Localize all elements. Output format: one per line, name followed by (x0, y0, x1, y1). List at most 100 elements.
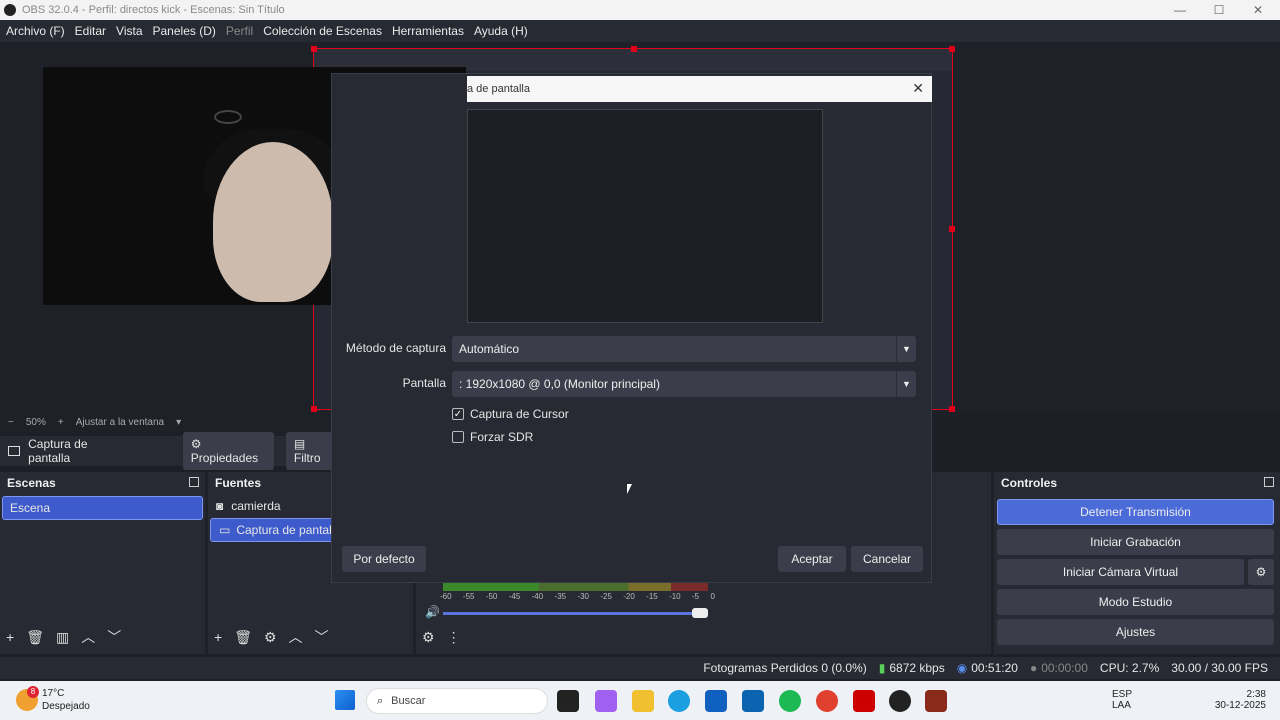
resize-handle[interactable] (949, 226, 955, 232)
weather-temp: 17°C (42, 688, 65, 699)
start-virtual-camera-button[interactable]: Iniciar Cámara Virtual (997, 559, 1244, 585)
zoom-out-button[interactable]: − (8, 417, 14, 428)
app-icon[interactable] (853, 690, 875, 712)
search-icon: ⌕ (377, 694, 384, 707)
move-up-icon[interactable]: ︿ (81, 627, 95, 647)
task-view-icon[interactable] (557, 690, 579, 712)
force-sdr-checkbox[interactable]: Forzar SDR (452, 430, 533, 444)
windows-start-icon[interactable] (335, 690, 355, 710)
cancel-button[interactable]: Cancelar (851, 546, 923, 572)
audio-level-meter (443, 583, 708, 591)
defaults-button[interactable]: Por defecto (342, 546, 426, 572)
menu-coleccion-escenas[interactable]: Colección de Escenas (263, 24, 382, 38)
scenes-toolbar: + 🗑 ▥ ︿ ﹀ (0, 628, 121, 646)
studio-mode-button[interactable]: Modo Estudio (997, 589, 1274, 615)
camera-icon: ◙ (216, 499, 224, 513)
window-title: OBS 32.0.4 - Perfil: directos kick - Esc… (22, 4, 285, 16)
menu-ayuda[interactable]: Ayuda (H) (474, 24, 528, 38)
filter-icon[interactable]: ▥ (56, 629, 69, 646)
advanced-audio-gear-icon[interactable]: ⚙ (422, 629, 435, 646)
menu-editar[interactable]: Editar (75, 24, 106, 38)
screen-label: Pantalla (402, 376, 446, 390)
virtual-camera-gear-icon[interactable]: ⚙ (1248, 559, 1274, 585)
add-source-button[interactable]: + (214, 629, 222, 645)
volume-slider[interactable] (443, 612, 708, 615)
scenes-dock: Escenas Escena + 🗑 ▥ ︿ ﹀ (0, 472, 205, 654)
edge-browser-icon[interactable] (668, 690, 690, 712)
menu-perfil[interactable]: Perfil (226, 24, 253, 38)
audio-meter-scale: -60 -55 -50 -45 -40 -35 -30 -25 -20 -15 -10 -5 0 (440, 592, 715, 601)
weather-badge: 8 (27, 686, 39, 698)
trash-icon[interactable]: 🗑 (26, 629, 44, 646)
volume-slider-handle[interactable] (692, 608, 708, 618)
move-down-icon[interactable]: ﹀ (315, 627, 329, 647)
move-up-icon[interactable]: ︿ (289, 627, 303, 647)
resize-handle[interactable] (631, 46, 637, 52)
speaker-icon[interactable]: 🔊 (425, 605, 440, 619)
chevron-down-icon: ▼ (896, 336, 916, 362)
record-time: 00:00:00 (1041, 661, 1088, 675)
resize-handle[interactable] (949, 46, 955, 52)
resize-handle[interactable] (311, 46, 317, 52)
stop-stream-button[interactable]: Detener Transmisión (997, 499, 1274, 525)
zoom-in-button[interactable]: + (58, 417, 64, 428)
close-icon[interactable]: ✕ (912, 80, 924, 97)
menubar: Archivo (F) Editar Vista Paneles (D) Per… (0, 20, 1280, 42)
capture-method-select[interactable]: Automático ▼ (452, 336, 916, 362)
move-down-icon[interactable]: ﹀ (107, 627, 121, 647)
settings-button[interactable]: Ajustes (997, 619, 1274, 645)
obs-logo-icon (4, 4, 16, 16)
checkbox-empty-icon (452, 431, 464, 443)
webcam-face (213, 142, 333, 302)
dialog-titlebar: a de pantalla ✕ (467, 76, 932, 102)
spotify-icon[interactable] (779, 690, 801, 712)
menu-vista[interactable]: Vista (116, 24, 142, 38)
record-status-icon: ● (1029, 661, 1038, 675)
accept-button[interactable]: Aceptar (778, 546, 846, 572)
scenes-title: Escenas (0, 472, 205, 494)
capture-method-value: Automático (459, 342, 520, 356)
game-taskbar-icon[interactable] (925, 690, 947, 712)
force-sdr-label: Forzar SDR (470, 430, 534, 444)
minimize-button[interactable]: — (1160, 0, 1200, 20)
store-icon[interactable] (705, 690, 727, 712)
properties-button[interactable]: ⚙ Propiedades (182, 432, 274, 470)
screen-value: : 1920x1080 @ 0,0 (Monitor principal) (459, 377, 660, 391)
cpu-usage: CPU: 2.7% (1099, 661, 1160, 675)
screen-select[interactable]: : 1920x1080 @ 0,0 (Monitor principal) ▼ (452, 371, 916, 397)
start-recording-button[interactable]: Iniciar Grabación (997, 529, 1274, 555)
scene-item[interactable]: Escena (2, 496, 203, 520)
menu-herramientas[interactable]: Herramientas (392, 24, 464, 38)
chevron-down-icon: ▼ (896, 371, 916, 397)
more-options-icon[interactable]: ⋮ (447, 629, 461, 646)
source-label: camierda (231, 499, 281, 513)
taskbar-search-box[interactable]: ⌕ Buscar (366, 688, 548, 714)
dropped-frames: Fotogramas Perdidos 0 (0.0%) (703, 661, 867, 675)
outlook-icon[interactable] (742, 690, 764, 712)
capture-cursor-checkbox[interactable]: ✓ Captura de Cursor (452, 407, 569, 421)
float-dock-icon[interactable] (189, 477, 199, 487)
file-explorer-icon[interactable] (632, 690, 654, 712)
close-window-button[interactable]: ✕ (1238, 0, 1278, 20)
capture-method-label: Método de captura (345, 341, 446, 355)
source-toolbar: Captura de pantalla ⚙ Propiedades ▤ Filt… (0, 432, 340, 470)
stream-status-icon: ◉ (956, 661, 968, 675)
clock[interactable]: 2:38 30-12-2025 (1206, 689, 1266, 711)
copilot-icon[interactable] (595, 690, 617, 712)
chevron-down-icon[interactable]: ▾ (176, 417, 181, 428)
maximize-button[interactable]: ☐ (1199, 0, 1239, 20)
zoom-fit-dropdown[interactable]: Ajustar a la ventana (76, 417, 164, 428)
zoom-value: 50% (25, 416, 46, 428)
language-indicator[interactable]: ESP LAA (1112, 689, 1132, 711)
resize-handle[interactable] (949, 406, 955, 412)
gear-icon[interactable]: ⚙ (264, 629, 277, 646)
trash-icon[interactable]: 🗑 (234, 629, 252, 646)
properties-label: Propiedades (190, 451, 259, 465)
menu-paneles[interactable]: Paneles (D) (153, 24, 216, 38)
chrome-icon[interactable] (816, 690, 838, 712)
float-dock-icon[interactable] (1264, 477, 1274, 487)
menu-archivo[interactable]: Archivo (F) (6, 24, 65, 38)
obs-taskbar-icon[interactable] (889, 690, 911, 712)
add-scene-button[interactable]: + (6, 629, 14, 645)
fps-counter: 30.00 / 30.00 FPS (1171, 661, 1268, 675)
